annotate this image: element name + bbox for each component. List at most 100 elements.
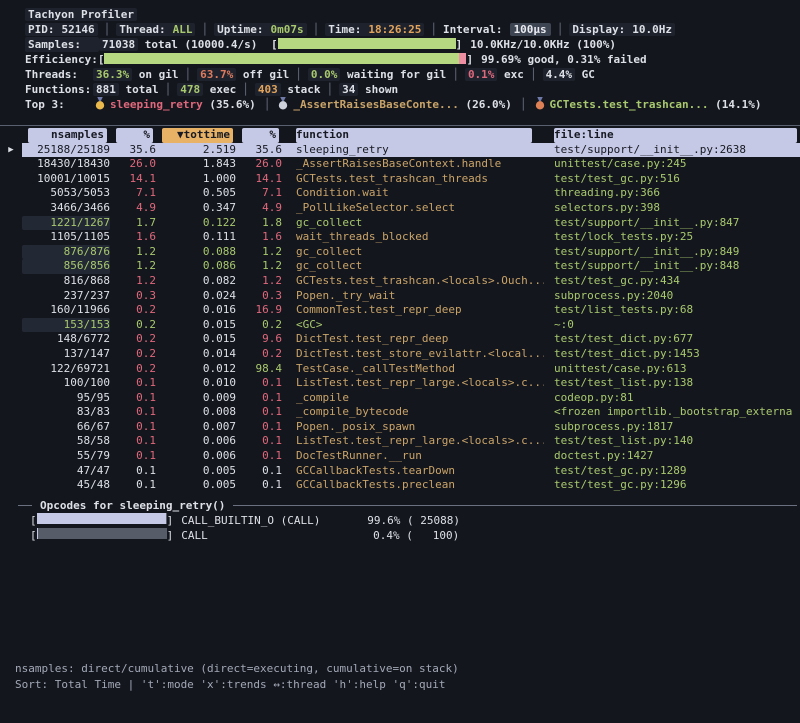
tottime-cell: 0.015: [156, 332, 236, 347]
threads-label: Threads:: [25, 67, 93, 82]
function-cell: <GC>: [282, 318, 544, 333]
pct-cell: 0.2: [110, 332, 156, 347]
pct-cell: 14.1: [110, 172, 156, 187]
file-line-cell: doctest.py:1427: [544, 449, 800, 464]
table-row[interactable]: 148/67720.20.0159.6DictTest.test_repr_de…: [0, 332, 800, 347]
tottime-cell: 0.008: [156, 405, 236, 420]
nsamples-cell: 3466/3466: [22, 201, 110, 216]
file-line-cell: subprocess.py:1817: [544, 420, 800, 435]
function-cell: gc_collect: [282, 245, 544, 260]
file-line-cell: test/test_gc.py:1296: [544, 478, 800, 493]
table-row[interactable]: 137/1470.20.0140.2DictTest.test_store_ev…: [0, 347, 800, 362]
table-row[interactable]: ▶25188/2518935.62.51935.6sleeping_retryt…: [0, 143, 800, 158]
cum-pct-cell: 1.2: [236, 274, 282, 289]
file-line-cell: test/support/__init__.py:2638: [544, 143, 800, 158]
col-header-tottime-sorted[interactable]: ▼tottime: [156, 128, 236, 143]
nsamples-cell: 25188/25189: [22, 143, 110, 158]
function-stat-text: total: [119, 83, 159, 96]
function-cell: GCCallbackTests.preclean: [282, 478, 544, 493]
col-header-function[interactable]: function: [282, 128, 544, 143]
file-line-cell: test/support/__init__.py:847: [544, 216, 800, 231]
table-row[interactable]: 122/697210.20.01298.4TestCase._callTestM…: [0, 362, 800, 377]
table-row[interactable]: 95/950.10.0090.1_compilecodeop.py:81: [0, 391, 800, 406]
function-cell: gc_collect: [282, 216, 544, 231]
thread-stat-text: waiting for gil: [340, 68, 446, 81]
cum-pct-cell: 0.1: [236, 391, 282, 406]
table-row[interactable]: 58/580.10.0060.1ListTest.test_repr_large…: [0, 434, 800, 449]
row-gutter: [0, 332, 22, 347]
table-row[interactable]: 816/8681.20.0821.2GCTests.test_trashcan.…: [0, 274, 800, 289]
app-title: Tachyon Profiler: [25, 8, 137, 21]
row-gutter: [0, 245, 22, 260]
opcode-row: []CALL0.4% ( 100): [0, 528, 800, 543]
table-row[interactable]: 10001/1001514.11.00014.1GCTests.test_tra…: [0, 172, 800, 187]
file-line-cell: test/test_gc.py:1289: [544, 464, 800, 479]
thread-stat-value: 63.7%: [197, 68, 236, 81]
function-cell: ListTest.test_repr_large.<locals>.c...: [282, 434, 544, 449]
table-row[interactable]: 100/1000.10.0100.1ListTest.test_repr_lar…: [0, 376, 800, 391]
pct-cell: 0.1: [110, 464, 156, 479]
table-row[interactable]: 876/8761.20.0881.2gc_collecttest/support…: [0, 245, 800, 260]
cum-pct-cell: 0.3: [236, 289, 282, 304]
pct-cell: 0.1: [110, 449, 156, 464]
table-row[interactable]: 153/1530.20.0150.2<GC>~:0: [0, 318, 800, 333]
table-row[interactable]: 1221/12671.70.1221.8gc_collecttest/suppo…: [0, 216, 800, 231]
function-stat: 403 stack: [255, 83, 321, 96]
table-row[interactable]: 5053/50537.10.5057.1Condition.waitthread…: [0, 186, 800, 201]
file-line-cell: selectors.py:398: [544, 201, 800, 216]
col-header-cum-pct[interactable]: %: [236, 128, 282, 143]
opcode-name: CALL: [173, 528, 367, 543]
table-row[interactable]: 55/790.10.0060.1DocTestRunner.__rundocte…: [0, 449, 800, 464]
pct-cell: 0.1: [110, 434, 156, 449]
tottime-cell: 0.082: [156, 274, 236, 289]
table-row[interactable]: 1105/11051.60.1111.6wait_threads_blocked…: [0, 230, 800, 245]
thread-selector[interactable]: Thread:ALL: [116, 23, 195, 36]
functions-line: Functions:881 total│478 exec│403 stack│3…: [0, 82, 800, 97]
tottime-cell: 0.010: [156, 376, 236, 391]
uptime-field: Uptime:0m07s: [214, 23, 306, 36]
file-line-cell: <frozen importlib._bootstrap_externa: [544, 405, 800, 420]
cum-pct-cell: 14.1: [236, 172, 282, 187]
cum-pct-cell: 7.1: [236, 186, 282, 201]
col-header-file-line[interactable]: file:line: [544, 128, 800, 143]
thread-stat: 36.3% on gil: [93, 68, 178, 81]
separator: │: [264, 98, 271, 111]
table-row[interactable]: 66/670.10.0070.1Popen._posix_spawnsubpro…: [0, 420, 800, 435]
pct-cell: 0.1: [110, 478, 156, 493]
pct-cell: 0.2: [110, 318, 156, 333]
efficiency-line: Efficiency:[]99.69% good, 0.31% failed: [0, 52, 800, 67]
tottime-cell: 0.122: [156, 216, 236, 231]
efficiency-label: Efficiency:: [25, 53, 98, 66]
table-row[interactable]: 237/2370.30.0240.3Popen._try_waitsubproc…: [0, 289, 800, 304]
table-row[interactable]: 856/8561.20.0861.2gc_collecttest/support…: [0, 259, 800, 274]
pct-cell: 0.1: [110, 405, 156, 420]
pct-cell: 35.6: [110, 143, 156, 158]
threads-line: Threads:36.3% on gil│63.7% off gil│0.0% …: [0, 67, 800, 82]
col-header-pct[interactable]: %: [110, 128, 156, 143]
nsamples-cell: 816/868: [22, 274, 110, 289]
row-gutter: [0, 478, 22, 493]
cum-pct-cell: 0.1: [236, 420, 282, 435]
table-row[interactable]: 83/830.10.0080.1_compile_bytecode<frozen…: [0, 405, 800, 420]
function-cell: ListTest.test_repr_large.<locals>.c...: [282, 376, 544, 391]
top3-percent: (26.0%): [459, 98, 512, 111]
table-row[interactable]: 45/480.10.0050.1GCCallbackTests.preclean…: [0, 478, 800, 493]
function-cell: DictTest.test_repr_deep: [282, 332, 544, 347]
col-header-nsamples[interactable]: nsamples: [22, 128, 110, 143]
table-row[interactable]: 160/119660.20.01616.9CommonTest.test_rep…: [0, 303, 800, 318]
bar-open-bracket: [: [98, 53, 105, 66]
table-row[interactable]: 3466/34664.90.3474.9_PollLikeSelector.se…: [0, 201, 800, 216]
pct-cell: 0.3: [110, 289, 156, 304]
nsamples-cell: 122/69721: [22, 362, 110, 377]
file-line-cell: test/test_list.py:140: [544, 434, 800, 449]
table-row[interactable]: 47/470.10.0050.1GCCallbackTests.tearDown…: [0, 464, 800, 479]
tottime-cell: 0.005: [156, 478, 236, 493]
file-line-cell: codeop.py:81: [544, 391, 800, 406]
pct-cell: 0.2: [110, 303, 156, 318]
tottime-cell: 0.006: [156, 434, 236, 449]
cum-pct-cell: 0.1: [236, 376, 282, 391]
table-row[interactable]: 18430/1843026.01.84326.0_AssertRaisesBas…: [0, 157, 800, 172]
top3-percent: (35.6%): [203, 98, 256, 111]
function-stat-value: 478: [177, 83, 203, 96]
row-gutter: [0, 230, 22, 245]
